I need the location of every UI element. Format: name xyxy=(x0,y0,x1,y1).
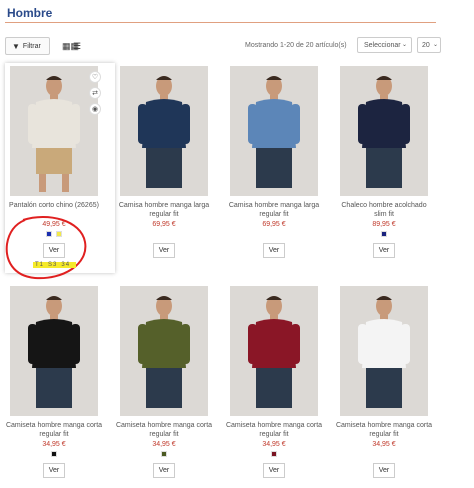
results-count: Mostrando 1-20 de 20 artículo(s) xyxy=(245,42,347,49)
size-option[interactable]: 34 xyxy=(61,262,70,268)
product-price: 34,95 € xyxy=(372,441,396,448)
heart-icon[interactable]: ♡ xyxy=(89,71,101,83)
filter-label: Filtrar xyxy=(22,42,41,50)
product-card[interactable]: Camiseta hombre manga corta regular fit 3… xyxy=(5,283,115,483)
product-price: 34,95 € xyxy=(262,441,286,448)
size-option[interactable]: S3 xyxy=(48,262,57,268)
filter-icon: ▼ xyxy=(12,41,20,51)
view-button[interactable]: Ver xyxy=(373,243,395,258)
product-card[interactable]: Camisa hombre manga larga regular fit 69,… xyxy=(225,63,335,263)
product-name[interactable]: Camiseta hombre manga corta regular fit xyxy=(225,421,323,439)
product-image[interactable] xyxy=(340,66,428,196)
view-button[interactable]: Ver xyxy=(373,463,395,478)
shuffle-icon[interactable]: ⇄ xyxy=(89,87,101,99)
product-image[interactable] xyxy=(10,286,98,416)
per-page-value: 20 xyxy=(422,41,430,49)
color-swatch[interactable] xyxy=(161,451,167,457)
product-image[interactable] xyxy=(230,286,318,416)
color-swatches xyxy=(115,451,213,457)
color-swatches xyxy=(5,231,103,237)
toolbar: ▼ Filtrar ▦▦ ☰ Mostrando 1-20 de 20 artí… xyxy=(5,37,441,55)
sort-select[interactable]: Seleccionar ⌄ xyxy=(357,37,412,53)
list-view-icon[interactable]: ☰ xyxy=(73,41,81,52)
view-button[interactable]: Ver xyxy=(263,243,285,258)
color-swatches xyxy=(225,451,323,457)
view-button[interactable]: Ver xyxy=(43,243,65,258)
product-name[interactable]: Camiseta hombre manga corta regular fit xyxy=(335,421,433,439)
product-image[interactable] xyxy=(230,66,318,196)
product-price: 34,95 € xyxy=(42,441,66,448)
size-options: T1 S3 34 xyxy=(33,262,77,268)
product-name[interactable]: Pantalón corto chino (26265) xyxy=(5,201,103,210)
view-button[interactable]: Ver xyxy=(153,243,175,258)
product-card[interactable]: Camiseta hombre manga corta regular fit 3… xyxy=(225,283,335,483)
product-price: 89,95 € xyxy=(372,221,396,228)
product-card[interactable]: Camisa hombre manga larga regular fit 69,… xyxy=(115,63,225,263)
per-page-select[interactable]: 20 ⌄ xyxy=(417,37,441,53)
product-card[interactable]: Camiseta hombre manga corta regular fit 3… xyxy=(335,283,445,483)
product-image[interactable] xyxy=(120,286,208,416)
product-image[interactable] xyxy=(120,66,208,196)
chevron-down-icon: ⌄ xyxy=(432,42,438,48)
quick-actions: ♡ ⇄ ◉ xyxy=(89,71,101,119)
color-swatch[interactable] xyxy=(271,451,277,457)
chevron-down-icon: ⌄ xyxy=(401,42,407,48)
product-name[interactable]: Camisa hombre manga larga regular fit xyxy=(225,201,323,219)
product-card[interactable]: Camiseta hombre manga corta regular fit 3… xyxy=(115,283,225,483)
product-name[interactable]: Camisa hombre manga larga regular fit xyxy=(115,201,213,219)
color-swatch[interactable] xyxy=(381,231,387,237)
title-divider xyxy=(5,22,436,23)
product-card[interactable]: ♡ ⇄ ◉ Pantalón corto chino (26265) 49,95 € Ve… xyxy=(5,63,115,273)
color-swatches xyxy=(335,231,433,237)
product-image[interactable] xyxy=(10,66,98,196)
view-button[interactable]: Ver xyxy=(153,463,175,478)
product-card[interactable]: Chaleco hombre acolchado slim fit 89,95 €… xyxy=(335,63,445,263)
product-price: 34,95 € xyxy=(152,441,176,448)
eye-icon[interactable]: ◉ xyxy=(89,103,101,115)
product-name[interactable]: Camiseta hombre manga corta regular fit xyxy=(115,421,213,439)
product-name[interactable]: Camiseta hombre manga corta regular fit xyxy=(5,421,103,439)
page-title: Hombre xyxy=(7,6,53,20)
sort-value: Seleccionar xyxy=(364,41,401,49)
size-option[interactable]: T1 xyxy=(35,262,44,268)
product-price: 69,95 € xyxy=(152,221,176,228)
view-button[interactable]: Ver xyxy=(263,463,285,478)
product-price: 69,95 € xyxy=(262,221,286,228)
product-name[interactable]: Chaleco hombre acolchado slim fit xyxy=(335,201,433,219)
color-swatches xyxy=(5,451,103,457)
color-swatch[interactable] xyxy=(56,231,62,237)
filter-button[interactable]: ▼ Filtrar xyxy=(5,37,50,55)
view-button[interactable]: Ver xyxy=(43,463,65,478)
product-image[interactable] xyxy=(340,286,428,416)
color-swatch[interactable] xyxy=(46,231,52,237)
product-price: 49,95 € xyxy=(42,221,66,228)
color-swatch[interactable] xyxy=(51,451,57,457)
